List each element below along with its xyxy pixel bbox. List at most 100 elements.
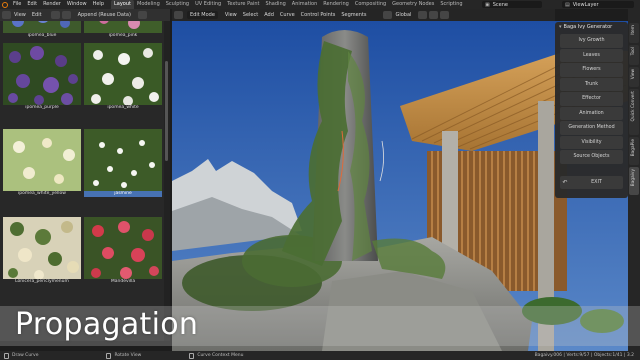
tab-scripting[interactable]: Scripting [437, 0, 465, 9]
browser-menu-edit[interactable]: Edit [29, 12, 45, 18]
mouse-middle-icon [106, 352, 112, 359]
browser-scrollbar[interactable] [164, 21, 170, 341]
thumbnail-label: Mandevilla [110, 279, 136, 284]
mouse-right-icon [189, 352, 195, 359]
scene-name: Scene [492, 1, 508, 8]
sidebar-tab-bagapie[interactable]: BagaPie [629, 137, 639, 165]
status-bar: Draw Curve Rotate View Curve Context Men… [0, 351, 640, 360]
settings-icon[interactable] [137, 11, 147, 19]
mode-dropdown[interactable]: Edit Mode [187, 11, 218, 19]
tab-texture-paint[interactable]: Texture Paint [224, 0, 262, 9]
sidebar-tab-label: Tool [631, 47, 636, 56]
asset-thumbnail[interactable]: ipomea_purple [3, 43, 81, 111]
lonicera-image [3, 217, 81, 279]
tab-modeling[interactable]: Modeling [134, 0, 163, 9]
ivy-growth-button[interactable]: Ivy Growth [560, 34, 623, 48]
flowers-button[interactable]: Flowers [560, 63, 623, 77]
orientation-dropdown[interactable]: Global [392, 12, 414, 18]
viewport-menu-view[interactable]: View [222, 12, 240, 18]
generation-method-button[interactable]: Generation Method [560, 121, 623, 135]
source-objects-button[interactable]: Source Objects [560, 150, 623, 164]
mouse-left-icon [4, 352, 9, 359]
append-mode-dropdown[interactable]: Append (Reuse Data) [75, 12, 134, 18]
view-layer-icon: ▤ [565, 1, 570, 8]
asset-thumbnail[interactable]: ipomea_white [84, 43, 162, 111]
scrollbar-thumb[interactable] [165, 61, 168, 161]
menu-edit[interactable]: Edit [24, 0, 40, 9]
thumbnail-label: ipomea_white [107, 105, 139, 110]
menu-help[interactable]: Help [90, 0, 107, 9]
tab-rendering[interactable]: Rendering [320, 0, 352, 9]
asset-thumbnail[interactable]: Lonicera_periclymenum [3, 217, 81, 285]
ivy-white-yellow-image [3, 129, 81, 191]
thumbnail-label: jasmine [84, 191, 162, 197]
viewport-menu-segments[interactable]: Segments [338, 12, 369, 18]
sidebar-tab-bagaivy[interactable]: Bagaivy [629, 167, 639, 195]
browser-menu-view[interactable]: View [11, 12, 29, 18]
view-layer-selector[interactable]: ▤ ViewLayer [562, 1, 634, 8]
sidebar-tab-view[interactable]: View [629, 67, 639, 87]
menu-render[interactable]: Render [40, 0, 64, 9]
tab-animation[interactable]: Animation [289, 0, 321, 9]
transform-orientation-icon[interactable] [383, 11, 393, 19]
viewport-header: Edit Mode View Select Add Curve Control … [172, 9, 555, 21]
thumbnail-label: Lonicera_periclymenum [15, 279, 69, 284]
panel-title[interactable]: Baga Ivy Generator [555, 22, 628, 33]
thumbnail-label: ipomea_purple [25, 105, 59, 110]
ivy-white-image [84, 43, 162, 105]
asset-thumbnail[interactable]: ipomea_blue [3, 21, 81, 39]
visibility-button[interactable]: Visibility [560, 135, 623, 149]
sidebar-tab-tool[interactable]: Tool [629, 45, 639, 65]
asset-thumbnail[interactable]: Mandevilla [84, 217, 162, 285]
exit-label: EXIT [591, 180, 602, 185]
video-caption: Propagation [15, 307, 199, 342]
menu-window[interactable]: Window [64, 0, 90, 9]
view-layer-name: ViewLayer [572, 1, 599, 8]
status-hint: Rotate View [106, 352, 141, 359]
blender-logo-icon[interactable] [0, 0, 10, 9]
viewport-menu-add[interactable]: Add [261, 12, 277, 18]
proportional-edit-icon[interactable] [440, 11, 450, 19]
effector-button[interactable]: Effector [560, 92, 623, 106]
scene-selector[interactable]: ▣ Scene [482, 1, 542, 8]
thumbnail-label: ipomea_white_yellow [18, 191, 66, 196]
asset-thumbnail[interactable]: ipomea_pink [84, 21, 162, 39]
sidebar-tab-quick-convert[interactable]: Quick Convert [629, 89, 639, 135]
pivot-icon[interactable] [418, 11, 428, 19]
tab-geometry-nodes[interactable]: Geometry Nodes [389, 0, 437, 9]
viewport-menu-curve[interactable]: Curve [277, 12, 298, 18]
tab-sculpting[interactable]: Sculpting [163, 0, 192, 9]
trunk-button[interactable]: Trunk [560, 77, 623, 91]
asset-thumbnail[interactable]: ipomea_white_yellow [3, 129, 81, 197]
back-arrow-icon: ↶ [562, 179, 568, 186]
asset-thumbnail-grid: ipomea_blue ipomea_pink ipomea_purple ip… [0, 21, 170, 341]
top-menubar: File Edit Render Window Help Layout Mode… [0, 0, 640, 9]
editor-type-icon[interactable] [174, 11, 183, 19]
tab-shading[interactable]: Shading [262, 0, 288, 9]
animation-button[interactable]: Animation [560, 106, 623, 120]
tab-compositing[interactable]: Compositing [352, 0, 389, 9]
mandevilla-image [84, 217, 162, 279]
asset-thumbnail-selected[interactable]: jasmine [84, 129, 162, 197]
exit-button[interactable]: ↶ EXIT [560, 176, 623, 189]
filter-icon[interactable] [50, 11, 60, 19]
status-hint: Draw Curve [4, 352, 39, 359]
viewport-menu-select[interactable]: Select [240, 12, 261, 18]
editor-type-icon[interactable] [2, 11, 11, 19]
status-hint-label: Draw Curve [12, 353, 39, 358]
leaves-button[interactable]: Leaves [560, 48, 623, 62]
sidebar-tab-item[interactable]: Item [629, 23, 639, 43]
sidebar-tab-column: Item Tool View Quick Convert BagaPie Bag… [628, 9, 640, 351]
display-mode-icon[interactable] [61, 11, 71, 19]
ivy-generator-panel: Baga Ivy Generator Ivy Growth Leaves Flo… [555, 22, 628, 198]
thumbnail-label: ipomea_pink [108, 33, 138, 38]
tab-layout[interactable]: Layout [111, 0, 134, 9]
tab-uv-editing[interactable]: UV Editing [192, 0, 224, 9]
sidebar-tab-label: BagaPie [631, 139, 636, 157]
menu-file[interactable]: File [10, 0, 24, 9]
sidebar-tab-label: View [631, 69, 636, 80]
ivy-blue-image [3, 21, 81, 33]
status-hint: Curve Context Menu [189, 352, 243, 359]
viewport-menu-control-points[interactable]: Control Points [298, 12, 339, 18]
snap-icon[interactable] [429, 11, 439, 19]
